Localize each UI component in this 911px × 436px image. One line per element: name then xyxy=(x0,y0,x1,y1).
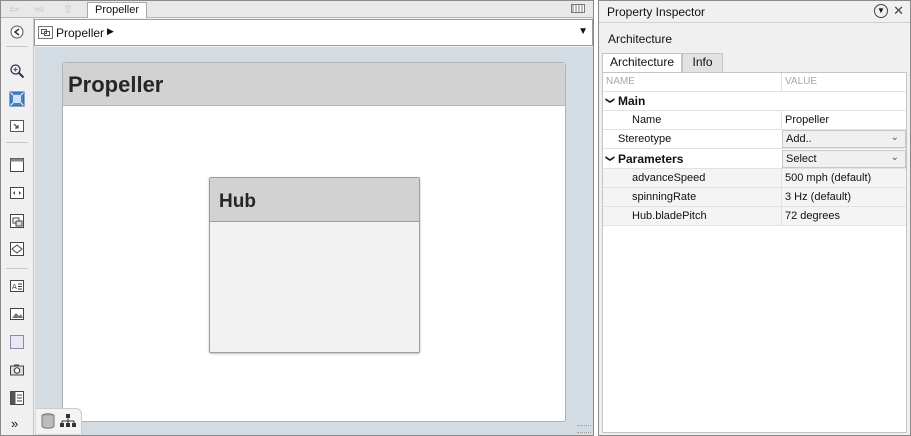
breadcrumb: Propeller ▶ ▼ xyxy=(34,19,593,46)
area-icon[interactable] xyxy=(9,334,25,350)
reference-component-icon[interactable] xyxy=(9,213,25,229)
component-propeller[interactable]: Propeller Hub xyxy=(62,62,566,422)
group-label-parameters: Parameters xyxy=(618,152,684,166)
chevron-down-icon[interactable]: ❯ xyxy=(604,97,615,105)
toolbar-divider xyxy=(6,142,28,143)
column-divider xyxy=(781,169,782,188)
forward-arrow-icon[interactable]: ⇨ xyxy=(31,2,49,16)
inspector-section-label: Architecture xyxy=(608,32,673,46)
component-header: Hub xyxy=(210,178,419,222)
property-value[interactable]: 500 mph (default) xyxy=(785,172,871,184)
resize-grip-icon[interactable] xyxy=(577,425,591,433)
group-row-main[interactable]: ❯ Main xyxy=(603,92,906,111)
chevron-down-icon[interactable]: ⌄ xyxy=(891,152,899,163)
property-label: spinningRate xyxy=(632,191,697,203)
panel-menu-icon[interactable]: ▼ xyxy=(874,4,888,18)
model-icon xyxy=(38,26,53,39)
component-header: Propeller xyxy=(63,63,565,106)
inspector-tabs: Architecture Info xyxy=(602,53,907,72)
parameters-select[interactable]: Select ⌄ xyxy=(782,150,906,168)
select-value: Add.. xyxy=(786,133,812,145)
tab-architecture[interactable]: Architecture xyxy=(602,53,682,72)
property-inspector: Property Inspector ▼ ✕ Architecture Arch… xyxy=(598,0,911,436)
component-title: Hub xyxy=(219,191,256,212)
camera-icon[interactable] xyxy=(9,362,25,378)
chevron-down-icon[interactable]: ▼ xyxy=(578,26,588,37)
component-title: Propeller xyxy=(68,72,164,97)
property-row-stereotype[interactable]: Stereotype Add.. ⌄ xyxy=(603,130,906,149)
fit-to-view-icon[interactable] xyxy=(9,91,25,107)
breadcrumb-item-propeller[interactable]: Propeller xyxy=(56,26,104,40)
hierarchy-icon[interactable] xyxy=(60,414,76,428)
property-value-name[interactable]: Propeller xyxy=(785,114,829,126)
toolbar-divider xyxy=(6,268,28,269)
more-tools-icon[interactable]: » xyxy=(11,416,27,432)
group-row-parameters[interactable]: ❯ Parameters Select ⌄ xyxy=(603,150,906,169)
editor-tab-bar: ⇦ ⇨ ⇧ Propeller xyxy=(1,1,593,18)
group-label-main: Main xyxy=(618,94,646,108)
tool-palette: A » xyxy=(1,18,34,435)
property-row-blade-pitch[interactable]: Hub.bladePitch 72 degrees xyxy=(603,207,906,226)
keyboard-icon[interactable] xyxy=(571,4,585,13)
select-value: Select xyxy=(786,153,817,165)
column-divider xyxy=(781,188,782,207)
canvas-bottom-toolbar xyxy=(36,408,82,434)
tab-propeller[interactable]: Propeller xyxy=(87,2,148,18)
column-header-value: VALUE xyxy=(785,76,818,87)
back-arrow-icon[interactable]: ⇦ xyxy=(5,2,23,16)
property-grid: NAME VALUE ❯ Main Name Propeller Stereot… xyxy=(602,72,907,433)
component-hub[interactable]: Hub xyxy=(209,177,420,353)
tab-info[interactable]: Info xyxy=(682,53,723,72)
model-browser-icon[interactable] xyxy=(9,390,25,406)
column-divider xyxy=(781,73,782,92)
diagram-canvas[interactable]: Propeller Hub xyxy=(35,47,593,435)
svg-text:A: A xyxy=(12,283,17,291)
port-icon[interactable] xyxy=(9,185,25,201)
toolbar-divider xyxy=(6,46,28,47)
property-label: Name xyxy=(632,114,662,126)
chevron-down-icon[interactable]: ❯ xyxy=(604,155,615,163)
variant-component-icon[interactable] xyxy=(9,241,25,257)
property-label: Stereotype xyxy=(618,133,672,145)
grid-header-row: NAME VALUE xyxy=(603,73,906,92)
property-row-spinning-rate[interactable]: spinningRate 3 Hz (default) xyxy=(603,188,906,207)
column-header-name: NAME xyxy=(606,76,635,87)
breadcrumb-expand-icon[interactable]: ▶ xyxy=(107,26,114,37)
image-icon[interactable] xyxy=(9,306,25,322)
property-value[interactable]: 72 degrees xyxy=(785,210,840,222)
property-label: Hub.bladePitch xyxy=(632,210,707,222)
column-divider xyxy=(781,111,782,130)
up-arrow-icon[interactable]: ⇧ xyxy=(59,2,77,16)
hide-explorer-icon[interactable] xyxy=(9,24,25,40)
close-icon[interactable]: ✕ xyxy=(893,3,904,19)
stereotype-select[interactable]: Add.. ⌄ xyxy=(782,130,906,148)
zoom-icon[interactable] xyxy=(9,63,25,79)
column-divider xyxy=(781,207,782,226)
inspector-title: Property Inspector xyxy=(607,5,706,19)
property-label: advanceSpeed xyxy=(632,172,706,184)
zoom-to-normal-icon[interactable] xyxy=(9,118,25,134)
property-value[interactable]: 3 Hz (default) xyxy=(785,191,851,203)
property-row-name[interactable]: Name Propeller xyxy=(603,111,906,130)
component-icon[interactable] xyxy=(9,157,25,173)
inspector-title-bar: Property Inspector ▼ ✕ xyxy=(599,1,910,23)
chevron-down-icon[interactable]: ⌄ xyxy=(891,132,899,143)
annotation-icon[interactable]: A xyxy=(9,278,25,294)
model-editor: ⇦ ⇨ ⇧ Propeller A » Propeller ▶ ▼ Propel… xyxy=(0,0,594,436)
property-row-advance-speed[interactable]: advanceSpeed 500 mph (default) xyxy=(603,169,906,188)
data-dictionary-icon[interactable] xyxy=(41,413,55,429)
